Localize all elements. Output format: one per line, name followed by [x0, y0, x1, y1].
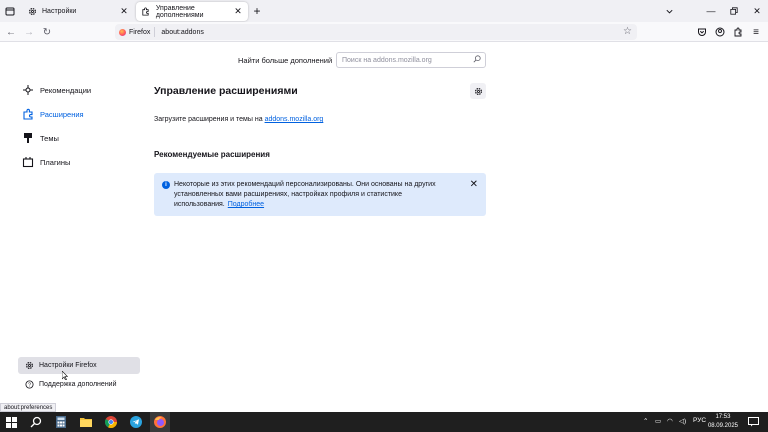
addons-page: Найти больше дополнений Поиск на addons.…	[0, 43, 768, 412]
tools-gear-button[interactable]	[470, 83, 486, 99]
start-icon[interactable]	[4, 415, 18, 429]
intro-text: Загрузите расширения и темы на addons.mo…	[154, 116, 323, 123]
firefox-taskbar-icon[interactable]	[153, 415, 167, 429]
gear-icon	[474, 87, 482, 95]
file-explorer-icon[interactable]	[79, 415, 93, 429]
reload-button[interactable]: ↻	[40, 25, 54, 39]
close-window-button[interactable]: ✕	[750, 4, 764, 18]
learn-more-link[interactable]: Подробнее	[228, 201, 264, 208]
mouse-cursor-icon	[62, 371, 68, 380]
find-more-label: Найти больше дополнений	[238, 56, 333, 65]
addons-search-input[interactable]: Поиск на addons.mozilla.org	[336, 52, 486, 68]
search-icon	[473, 55, 481, 65]
firefox-settings-link[interactable]: Настройки Firefox	[18, 357, 140, 374]
sidebar-item-recommendations[interactable]: Рекомендации	[22, 82, 91, 98]
notifications-icon[interactable]	[746, 415, 760, 429]
footer-item-label: Поддержка дополнений	[39, 381, 117, 388]
sparkle-icon	[22, 84, 34, 96]
identity-label: Firefox	[129, 28, 151, 36]
network-icon[interactable]: ◠	[667, 417, 673, 425]
gear-icon	[24, 361, 34, 371]
tab-strip: Настройки ✕ Управление дополнениями ✕ + …	[0, 0, 768, 22]
notice-text: Некоторые из этих рекомендаций персонали…	[174, 180, 464, 210]
telegram-icon[interactable]	[129, 415, 143, 429]
clock-date: 08.09.2025	[707, 423, 738, 429]
tray-chevron-icon[interactable]: ⌃	[643, 417, 648, 425]
sidebar-item-extensions[interactable]: Расширения	[22, 106, 84, 122]
sidebar-item-plugins[interactable]: Плагины	[22, 154, 70, 170]
addons-support-link[interactable]: ? Поддержка дополнений	[18, 376, 140, 393]
personalization-notice: i Некоторые из этих рекомендаций персона…	[154, 173, 486, 216]
sidebar-item-label: Плагины	[40, 157, 71, 167]
recommended-heading: Рекомендуемые расширения	[154, 150, 270, 159]
url-text[interactable]: about:addons	[161, 29, 203, 36]
status-link-text: about:preferences	[0, 403, 57, 412]
battery-icon[interactable]: ▭	[655, 417, 661, 425]
calculator-icon[interactable]	[54, 415, 68, 429]
account-icon[interactable]	[713, 25, 727, 39]
footer-item-label: Настройки Firefox	[39, 362, 97, 369]
amo-link[interactable]: addons.mozilla.org	[265, 116, 324, 123]
sidebar-item-label: Расширения	[40, 109, 84, 119]
bookmark-star-icon[interactable]: ☆	[623, 26, 632, 37]
close-notice-icon[interactable]: ✕	[470, 179, 478, 190]
back-button[interactable]: ←	[4, 25, 18, 39]
restore-button[interactable]	[727, 4, 741, 18]
intro-text-prefix: Загрузите расширения и темы на	[154, 116, 265, 123]
windows-taskbar: ⌃ ▭ ◠ ◁) РУС 17:53 08.09.2025	[0, 412, 768, 432]
firefox-view-button[interactable]	[3, 4, 17, 18]
search-placeholder: Поиск на addons.mozilla.org	[342, 56, 432, 64]
close-tab-icon[interactable]: ✕	[233, 6, 243, 16]
tab-label: Настройки	[42, 8, 77, 15]
minimize-button[interactable]: —	[704, 4, 718, 18]
list-tabs-button[interactable]	[662, 4, 676, 18]
puzzle-icon	[22, 108, 34, 120]
svg-text:?: ?	[28, 383, 31, 389]
taskbar-clock[interactable]: 17:53 08.09.2025	[708, 413, 738, 431]
brush-icon	[22, 132, 34, 144]
sidebar-item-label: Рекомендации	[40, 85, 92, 95]
menu-icon[interactable]: ≡	[749, 25, 763, 39]
plugin-icon	[22, 156, 34, 168]
search-icon[interactable]	[29, 415, 43, 429]
help-icon: ?	[24, 380, 34, 390]
identity-box[interactable]: Firefox	[115, 27, 156, 37]
extensions-icon[interactable]	[731, 25, 745, 39]
puzzle-icon	[141, 7, 151, 17]
language-indicator[interactable]: РУС	[693, 417, 706, 424]
volume-icon[interactable]: ◁)	[679, 417, 686, 425]
gear-icon	[27, 7, 37, 17]
info-icon: i	[162, 181, 170, 189]
page-title: Управление расширениями	[154, 85, 298, 97]
notice-message: Некоторые из этих рекомендаций персонали…	[174, 181, 436, 208]
tab-label: Управление дополнениями	[155, 4, 204, 19]
url-bar[interactable]: Firefox about:addons ☆	[115, 24, 637, 40]
forward-button[interactable]: →	[22, 25, 36, 39]
sidebar-item-themes[interactable]: Темы	[22, 130, 59, 146]
close-tab-icon[interactable]: ✕	[119, 6, 129, 16]
firefox-logo-icon	[119, 28, 126, 36]
sidebar-item-label: Темы	[40, 133, 59, 143]
navigation-toolbar: ← → ↻ Firefox about:addons ☆ ≡	[0, 22, 768, 42]
tab-addons[interactable]: Управление дополнениями ✕	[136, 2, 248, 21]
clock-time: 17:53	[715, 414, 731, 420]
pocket-icon[interactable]	[695, 25, 709, 39]
new-tab-button[interactable]: +	[250, 4, 264, 18]
chrome-icon[interactable]	[104, 415, 118, 429]
tab-settings[interactable]: Настройки ✕	[22, 2, 134, 21]
